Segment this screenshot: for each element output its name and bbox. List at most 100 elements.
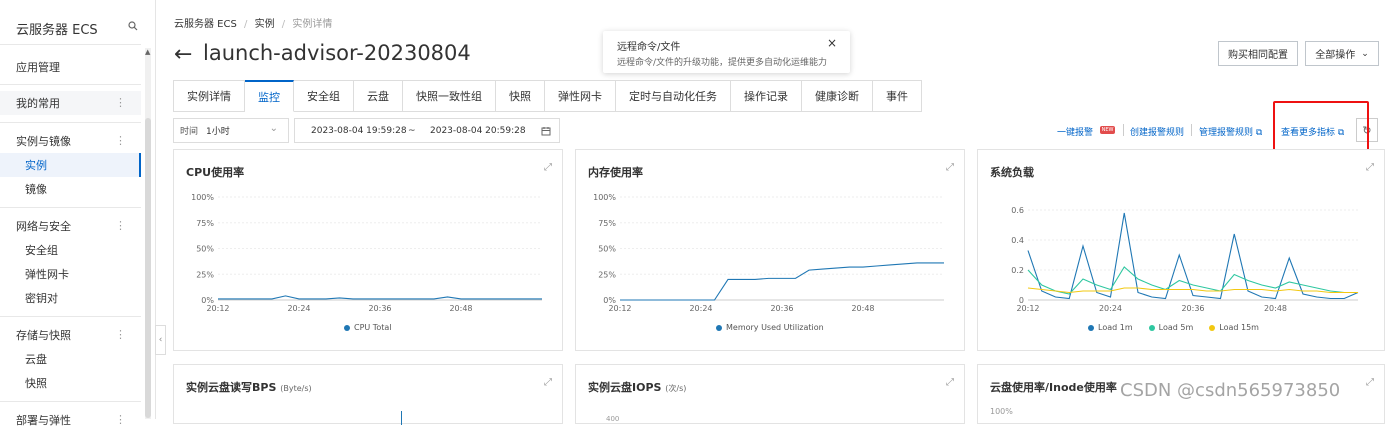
scrollbar-thumb[interactable]: [145, 118, 151, 418]
legend-dot: [344, 324, 350, 331]
manage-alarm-rule-label: 管理报警规则: [1199, 128, 1254, 138]
y-tick-label: 50%: [598, 245, 616, 254]
sidebar-group-deployment[interactable]: 部署与弹性 ⋮: [0, 408, 141, 432]
more-icon[interactable]: ⋮: [115, 219, 126, 232]
sidebar-item-snapshots[interactable]: 快照: [0, 371, 141, 395]
link-divider: [1191, 124, 1192, 136]
tab-security-groups[interactable]: 安全组: [294, 80, 354, 112]
sidebar-collapse-button[interactable]: ‹: [155, 325, 166, 355]
x-tick-label: 20:12: [608, 304, 631, 313]
tab-operation-log[interactable]: 操作记录: [731, 80, 802, 112]
sidebar-group-instances-images[interactable]: 实例与镜像 ⋮: [0, 129, 141, 153]
legend-label: Load 5m: [1158, 323, 1194, 332]
range-end: 2023-08-04 20:59:28: [430, 126, 526, 136]
date-range-picker[interactable]: 2023-08-04 19:59:28 ~ 2023-08-04 20:59:2…: [294, 118, 560, 143]
series-line-memory-used-utilization: [620, 262, 944, 301]
time-range-select[interactable]: 时间 1小时 ⌄: [173, 118, 289, 143]
expand-icon[interactable]: ⤢: [544, 377, 552, 388]
chart-title: 实例云盘IOPS (次/s): [588, 379, 686, 395]
close-icon[interactable]: ×: [827, 36, 837, 50]
chart-title-text: 实例云盘IOPS: [588, 381, 662, 394]
tooltip-body: 远程命令/文件的升级功能，提供更多自动化运维能力: [617, 58, 828, 68]
chevron-down-icon: ⌄: [1361, 48, 1369, 59]
more-icon[interactable]: ⋮: [115, 134, 126, 147]
chart-card-disk-bps: 实例云盘读写BPS (Byte/s) ⤢: [173, 364, 563, 425]
chevron-left-icon: ‹: [158, 335, 163, 345]
sidebar-item-key-pairs[interactable]: 密钥对: [0, 286, 141, 310]
chart-legend: CPU Total: [344, 323, 392, 332]
x-tick-label: 20:24: [287, 304, 310, 313]
back-arrow-icon[interactable]: ←: [174, 42, 192, 67]
breadcrumb-ecs[interactable]: 云服务器 ECS: [174, 19, 237, 30]
scroll-up-icon[interactable]: ▲: [145, 48, 150, 56]
legend-dot: [1148, 324, 1155, 331]
sidebar-item-security-groups[interactable]: 安全组: [0, 238, 141, 262]
x-tick-label: 20:24: [689, 304, 712, 313]
y-tick-label: 50%: [196, 245, 214, 254]
link-divider: [1123, 124, 1124, 136]
expand-icon[interactable]: ⤢: [1366, 377, 1374, 388]
y-tick-label: 100%: [593, 193, 616, 202]
y-tick-label: 75%: [196, 219, 214, 228]
legend-dot: [716, 324, 722, 331]
y-tick-label: 400: [606, 415, 620, 423]
tab-snapshots[interactable]: 快照: [496, 80, 545, 112]
more-icon[interactable]: ⋮: [115, 413, 126, 426]
chart-card-memory: 内存使用率 ⤢ 0% 25% 50% 75% 100% 20:12 20:24 20:36 20…: [575, 149, 965, 351]
legend-dot: [1088, 324, 1094, 331]
tab-health-diagnosis[interactable]: 健康诊断: [802, 80, 873, 112]
breadcrumb-instances[interactable]: 实例: [255, 19, 275, 30]
sidebar-group-storage-snapshots[interactable]: 存储与快照 ⋮: [0, 323, 141, 347]
x-tick-label: 20:36: [368, 304, 391, 313]
all-actions-button[interactable]: 全部操作 ⌄: [1305, 41, 1379, 66]
y-tick-label: 0.6: [1011, 206, 1024, 215]
page-title: launch-advisor-20230804: [203, 41, 471, 65]
sidebar-item-app-management[interactable]: 应用管理: [0, 55, 141, 79]
x-tick-label: 20:36: [770, 304, 793, 313]
sidebar-item-disks[interactable]: 云盘: [0, 347, 141, 371]
x-tick-label: 20:12: [1016, 304, 1039, 313]
buy-same-config-button[interactable]: 购买相同配置: [1218, 41, 1298, 66]
one-click-alarm-link[interactable]: 一键报警: [1057, 125, 1093, 138]
new-badge: NEW: [1100, 126, 1115, 134]
more-icon[interactable]: ⋮: [115, 328, 126, 341]
x-tick-label: 20:12: [206, 304, 229, 313]
chart-unit: (Byte/s): [280, 384, 312, 393]
sidebar-item-eni[interactable]: 弹性网卡: [0, 262, 141, 286]
watermark: CSDN @csdn565973850: [1120, 380, 1341, 401]
tab-eni[interactable]: 弹性网卡: [545, 80, 616, 112]
sidebar-group-network-security[interactable]: 网络与安全 ⋮: [0, 214, 141, 238]
sidebar-divider: [0, 316, 141, 317]
tab-instance-detail[interactable]: 实例详情: [173, 80, 245, 112]
sidebar-item-favorites[interactable]: 我的常用 ⋮: [0, 91, 141, 115]
legend-dot: [1209, 324, 1216, 331]
y-tick-label: 100%: [191, 193, 214, 202]
breadcrumb-separator: /: [244, 19, 248, 30]
expand-icon[interactable]: ⤢: [946, 377, 954, 388]
tab-monitoring[interactable]: 监控: [245, 80, 294, 112]
range-start: 2023-08-04 19:59:28: [311, 126, 407, 136]
chart-title-text: 实例云盘读写BPS: [186, 381, 277, 394]
legend-label: Load 1m: [1098, 323, 1133, 332]
sidebar-item-instances[interactable]: 实例: [0, 153, 141, 177]
system-load-chart: 00.20.40.620:12 20:24 20:36 20:48: [1011, 206, 1359, 313]
search-icon[interactable]: [128, 21, 138, 31]
calendar-icon: [541, 127, 551, 136]
tooltip-title: 远程命令/文件: [617, 42, 681, 53]
tab-disks[interactable]: 云盘: [354, 80, 403, 112]
manage-alarm-rule-link[interactable]: 管理报警规则 ⧉: [1199, 125, 1262, 138]
tab-events[interactable]: 事件: [873, 80, 922, 112]
chart-card-disk-iops: 实例云盘IOPS (次/s) ⤢ 400: [575, 364, 965, 424]
sidebar-scrollbar[interactable]: ▲: [145, 48, 151, 419]
y-tick-label: 100%: [990, 407, 1013, 416]
more-icon[interactable]: ⋮: [115, 96, 126, 109]
legend-label: Load 15m: [1219, 323, 1259, 332]
memory-chart: 0%25%50%75%100%20:12 20:24 20:36 20:48: [593, 193, 944, 313]
tab-snapshot-consistency-group[interactable]: 快照一致性组: [403, 80, 496, 112]
y-tick-label: 25%: [196, 270, 214, 279]
sidebar-item-images[interactable]: 镜像: [0, 177, 141, 201]
y-tick-label: 25%: [598, 270, 616, 279]
create-alarm-rule-link[interactable]: 创建报警规则: [1130, 125, 1184, 138]
sidebar: 云服务器 ECS 应用管理 我的常用 ⋮ 实例与镜像 ⋮ 实例 镜像 网络与安全 ⋮ …: [0, 0, 156, 427]
tab-scheduled-tasks[interactable]: 定时与自动化任务: [616, 80, 731, 112]
